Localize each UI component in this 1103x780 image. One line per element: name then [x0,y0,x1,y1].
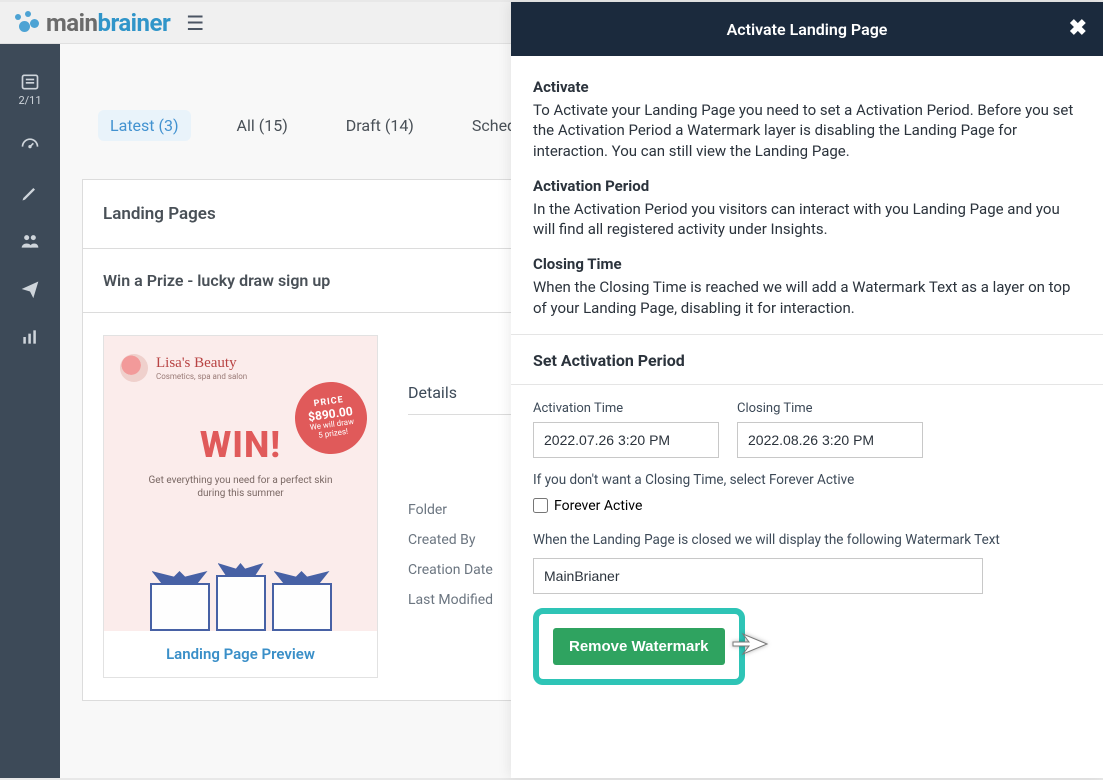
activate-text: To Activate your Landing Page you need t… [533,100,1081,161]
watermark-text-input[interactable] [533,558,983,594]
brand-prefix: main [46,9,97,37]
sidebar-item-insights[interactable] [20,327,40,347]
users-icon [20,231,40,251]
set-activation-title: Set Activation Period [533,351,1081,370]
tab-draft[interactable]: Draft (14) [334,110,426,141]
closing-heading: Closing Time [533,255,1081,273]
period-heading: Activation Period [533,177,1081,195]
preview-thumbnail: Lisa's Beauty Cosmetics, spa and salon P… [104,336,377,631]
sidebar-item-edit[interactable] [20,183,40,203]
activation-form: Activation Time Closing Time If you don'… [511,382,1103,707]
activate-heading: Activate [533,78,1081,96]
sidebar-progress-label: 2/11 [18,94,41,107]
drawer-title: Activate Landing Page [727,20,888,39]
landing-page-preview[interactable]: Lisa's Beauty Cosmetics, spa and salon P… [103,335,378,678]
flower-icon [120,354,148,382]
list-icon [20,72,40,92]
sidebar: 2/11 [0,44,60,778]
activation-time-input[interactable] [533,422,719,458]
sidebar-item-users[interactable] [20,231,40,251]
promo-sub: Get everything you need for a perfect sk… [104,474,377,500]
drawer-header: Activate Landing Page ✖ [511,2,1103,56]
closing-text: When the Closing Time is reached we will… [533,277,1081,318]
preview-label: Landing Page Preview [104,631,377,677]
brand-suffix: brainer [97,9,170,37]
forever-active-input[interactable] [533,498,548,513]
promo-brand-name: Lisa's Beauty [156,355,247,372]
brand-logo: mainbrainer [12,9,170,37]
remove-watermark-highlight: Remove Watermark [533,608,745,685]
close-icon[interactable]: ✖ [1069,16,1087,41]
cursor-arrow-icon [729,630,769,662]
closing-time-input[interactable] [737,422,923,458]
activation-time-label: Activation Time [533,401,719,416]
promo-gifts [104,531,377,631]
paper-plane-icon [20,279,40,299]
activate-drawer: Activate Landing Page ✖ Activate To Acti… [511,2,1103,778]
bar-chart-icon [20,327,40,347]
forever-active-label: Forever Active [554,498,642,514]
promo-brand: Lisa's Beauty Cosmetics, spa and salon [120,354,247,382]
remove-watermark-button[interactable]: Remove Watermark [553,628,725,665]
brand-name: mainbrainer [46,9,170,37]
promo-brand-sub: Cosmetics, spa and salon [156,372,247,381]
forever-active-checkbox[interactable]: Forever Active [533,498,1081,514]
gauge-icon [20,135,40,155]
closing-time-label: Closing Time [737,401,923,416]
sidebar-item-dashboard[interactable] [20,135,40,155]
sidebar-item-progress[interactable]: 2/11 [18,72,41,107]
drawer-body: Activate To Activate your Landing Page y… [511,56,1103,382]
price-note2: 5 prizes! [318,427,349,440]
tab-latest[interactable]: Latest (3) [98,110,191,141]
tab-all[interactable]: All (15) [225,110,300,141]
pencil-icon [20,183,40,203]
brand-logo-icon [12,11,42,35]
period-text: In the Activation Period you visitors ca… [533,199,1081,240]
hamburger-icon[interactable]: ☰ [186,11,204,35]
watermark-note: When the Landing Page is closed we will … [533,532,1081,548]
forever-note: If you don't want a Closing Time, select… [533,472,1081,488]
sidebar-item-send[interactable] [20,279,40,299]
